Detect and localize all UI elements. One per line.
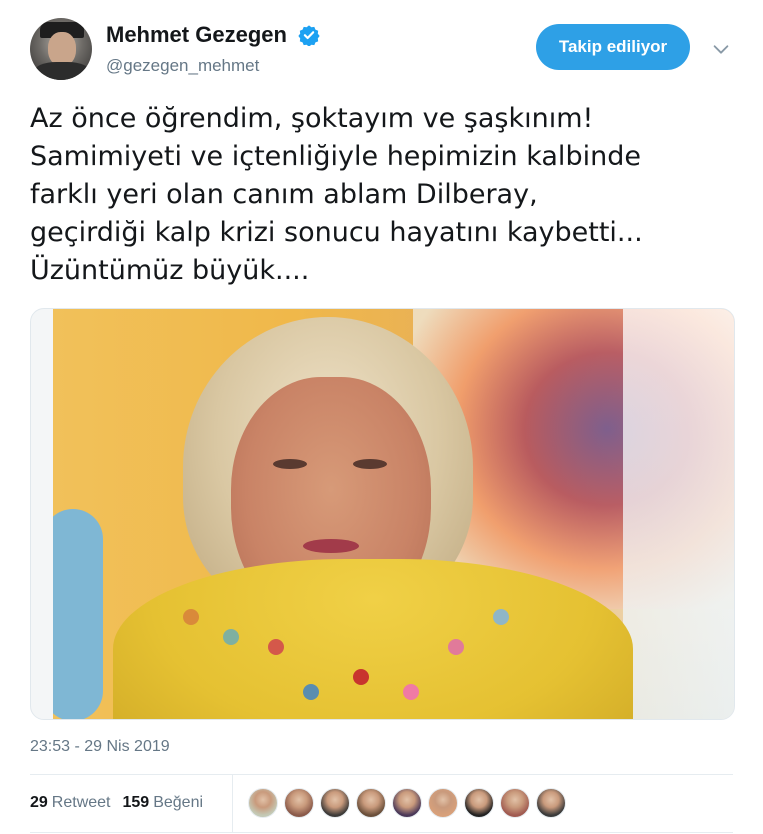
liker-avatar[interactable]: [356, 788, 386, 818]
tweet-header: Mehmet Gezegen @gezegen_mehmet Takip edi…: [30, 18, 740, 80]
avatar[interactable]: [30, 18, 92, 80]
like-count-label: Beğeni: [153, 794, 204, 811]
like-count-value: 159: [122, 794, 150, 811]
avatar-face: [48, 32, 76, 66]
retweet-count[interactable]: 29 Retweet: [30, 794, 111, 812]
photo-eye-right: [353, 459, 387, 469]
photo-content: [53, 309, 734, 719]
photo-blouse: [113, 559, 633, 719]
photo-eye-left: [273, 459, 307, 469]
liker-avatar[interactable]: [428, 788, 458, 818]
author-display-name[interactable]: Mehmet Gezegen: [106, 22, 287, 48]
liker-avatar[interactable]: [284, 788, 314, 818]
tweet-text-line: farklı yeri olan canım ablam Dilberay,: [30, 179, 538, 210]
photo-mouth: [303, 539, 359, 553]
photo-bead: [353, 669, 369, 685]
photo-bead: [448, 639, 464, 655]
retweet-count-value: 29: [30, 794, 48, 811]
liker-avatar[interactable]: [464, 788, 494, 818]
photo-bead: [303, 684, 319, 700]
photo-bead: [223, 629, 239, 645]
photo-bead: [183, 609, 199, 625]
following-button[interactable]: Takip ediliyor: [536, 24, 690, 70]
tweet-photo[interactable]: [30, 308, 735, 720]
like-count[interactable]: 159 Beğeni: [123, 794, 204, 812]
avatar-shirt: [34, 62, 90, 80]
liker-avatar[interactable]: [536, 788, 566, 818]
tweet-text: Az önce öğrendim, şoktayım ve şaşkınım! …: [30, 100, 730, 290]
photo-background-window: [623, 309, 734, 719]
tweet-text-line: geçirdiği kalp krizi sonucu hayatını kay…: [30, 217, 643, 248]
author-info: Mehmet Gezegen @gezegen_mehmet: [106, 22, 320, 76]
photo-chair: [53, 509, 103, 719]
verified-badge-icon: [298, 25, 320, 46]
author-handle[interactable]: @gezegen_mehmet: [106, 56, 320, 76]
retweet-count-label: Retweet: [51, 794, 111, 811]
liker-avatar[interactable]: [392, 788, 422, 818]
photo-bead: [403, 684, 419, 700]
tweet-text-line: Az önce öğrendim, şoktayım ve şaşkınım!: [30, 103, 594, 134]
stats-separator: [232, 774, 233, 832]
photo-bead: [493, 609, 509, 625]
liker-avatar[interactable]: [500, 788, 530, 818]
tweet-timestamp[interactable]: 23:53 - 29 Nis 2019: [30, 738, 170, 756]
tweet-text-line: Samimiyeti ve içtenliğiyle hepimizin kal…: [30, 141, 641, 172]
liker-avatar[interactable]: [320, 788, 350, 818]
chevron-down-icon[interactable]: [710, 38, 732, 60]
liker-avatars: [248, 788, 566, 818]
tweet-text-line: Üzüntümüz büyük....: [30, 255, 310, 286]
liker-avatar[interactable]: [248, 788, 278, 818]
photo-bead: [268, 639, 284, 655]
tweet-stats: 29 Retweet 159 Beğeni: [30, 774, 215, 832]
divider: [30, 832, 733, 833]
